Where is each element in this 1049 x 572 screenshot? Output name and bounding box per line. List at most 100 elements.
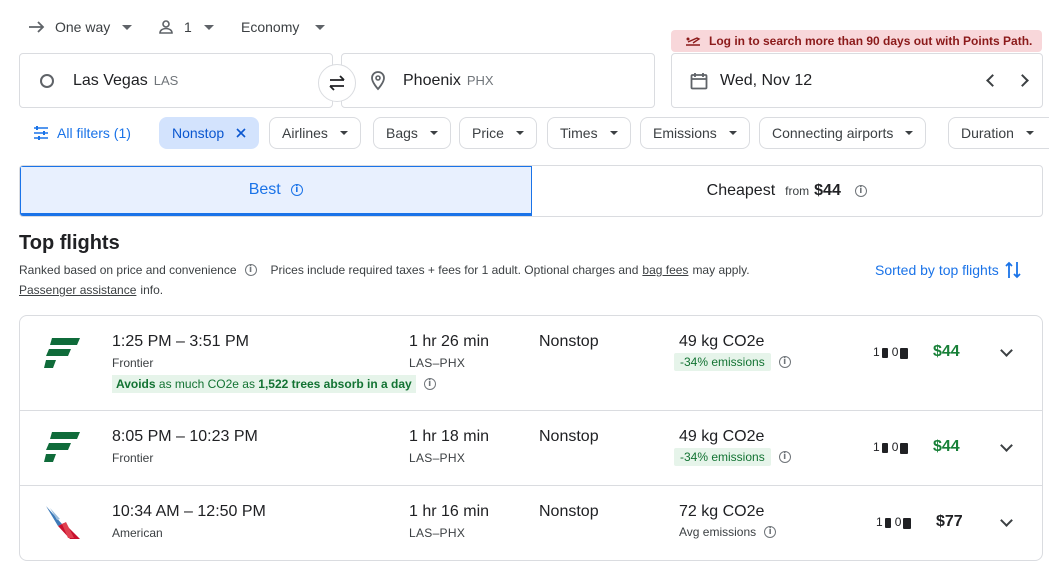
info-icon[interactable]: i — [764, 526, 777, 538]
all-filters-button[interactable]: All filters (1) — [33, 117, 131, 149]
flight-stops: Nonstop — [539, 503, 599, 520]
emissions-label: Emissions — [653, 125, 717, 141]
cabin-select[interactable]: Economy — [241, 14, 326, 40]
all-filters-label: All filters (1) — [57, 125, 131, 141]
passengers-count: 1 — [184, 19, 192, 35]
avoids-note: Avoids as much CO2e as 1,522 trees absor… — [112, 375, 436, 393]
passengers-select[interactable]: 1 — [158, 14, 214, 40]
tab-cheapest-label: Cheapest — [706, 182, 776, 199]
connecting-airports-label: Connecting airports — [772, 125, 894, 141]
arrow-right-icon — [29, 21, 45, 33]
chevron-down-icon — [905, 131, 914, 135]
prev-date-button[interactable] — [986, 74, 999, 87]
info-icon[interactable]: i — [423, 378, 436, 390]
bags-label: Bags — [386, 125, 418, 141]
ranking-note: Ranked based on price and convenience i … — [19, 263, 750, 277]
airlines-chip[interactable]: Airlines — [269, 117, 361, 149]
points-path-banner[interactable]: Log in to search more than 90 days out w… — [671, 30, 1042, 52]
carry-on-count: 1 — [876, 515, 883, 529]
chevron-down-icon — [339, 131, 348, 135]
flight-route: LAS–PHX — [409, 526, 466, 540]
sort-button[interactable]: Sorted by top flights — [875, 260, 1021, 280]
avoids-mid: as much CO2e as — [158, 377, 255, 391]
flight-times: 1:25 PM – 3:51 PM — [112, 333, 249, 350]
checked-count: 0 — [894, 515, 902, 529]
chevron-down-icon[interactable] — [1000, 439, 1013, 452]
info-icon[interactable]: i — [778, 356, 791, 368]
tab-cheapest[interactable]: Cheapest from $44 i — [532, 166, 1043, 216]
checked-bag-icon — [900, 442, 909, 454]
bag-info: 1 0 — [873, 440, 912, 454]
origin-city: Las Vegas — [73, 71, 148, 89]
carry-on-bag-icon — [881, 443, 888, 453]
times-chip[interactable]: Times — [547, 117, 631, 149]
chevron-down-icon — [515, 131, 524, 135]
emissions-badge: -34% emissions — [674, 448, 771, 466]
flight-row[interactable]: 1:25 PM – 3:51 PM Frontier Avoids as muc… — [20, 316, 1042, 411]
chevron-down-icon[interactable] — [1000, 514, 1013, 527]
flight-duration: 1 hr 16 min — [409, 503, 490, 520]
info-icon[interactable]: i — [244, 264, 257, 276]
trip-type-label: One way — [55, 19, 111, 35]
person-icon — [159, 20, 173, 34]
sorted-label: Sorted by top flights — [875, 262, 999, 278]
flight-route: LAS–PHX — [409, 356, 466, 370]
bag-info: 1 0 — [873, 345, 912, 359]
close-icon[interactable] — [236, 128, 246, 138]
trip-type-select[interactable]: One way — [28, 14, 133, 40]
flight-duration: 1 hr 26 min — [409, 333, 490, 350]
times-label: Times — [560, 125, 598, 141]
flight-row[interactable]: 10:34 AM – 12:50 PM American 1 hr 16 min… — [20, 486, 1042, 561]
american-airlines-logo — [46, 506, 80, 539]
info-icon[interactable]: i — [290, 184, 303, 196]
destination-field[interactable]: Phoenix PHX — [341, 53, 655, 108]
prices-text: Prices include required taxes + fees for… — [270, 263, 639, 277]
flight-results-list: 1:25 PM – 3:51 PM Frontier Avoids as muc… — [19, 315, 1043, 561]
next-date-button[interactable] — [1016, 74, 1029, 87]
location-pin-icon — [371, 70, 385, 90]
checked-bag-icon — [903, 517, 912, 529]
price-chip[interactable]: Price — [459, 117, 537, 149]
frontier-logo — [44, 432, 80, 462]
airline-name: Frontier — [112, 356, 154, 370]
tab-best[interactable]: Best i — [20, 166, 532, 216]
bag-info: 1 0 — [876, 515, 915, 529]
swap-icon — [329, 75, 345, 91]
chevron-down-icon — [1025, 131, 1034, 135]
avoids-pre: Avoids — [116, 377, 156, 391]
origin-field[interactable]: Las Vegas LAS — [19, 53, 333, 108]
chevron-down-icon — [429, 131, 438, 135]
duration-chip[interactable]: Duration — [948, 117, 1049, 149]
flight-price: $44 — [933, 438, 960, 455]
bag-fees-link[interactable]: bag fees — [642, 263, 688, 277]
points-path-text: Log in to search more than 90 days out w… — [709, 34, 1033, 48]
chevron-down-icon — [315, 24, 326, 30]
checked-count: 0 — [891, 440, 899, 454]
airline-name: American — [112, 526, 163, 540]
emissions-chip[interactable]: Emissions — [640, 117, 750, 149]
duration-label: Duration — [961, 125, 1014, 141]
chevron-down-icon — [203, 24, 214, 30]
info-suffix: info. — [140, 283, 164, 297]
airline-name: Frontier — [112, 451, 154, 465]
avoids-bold: 1,522 trees absorb in a day — [258, 377, 412, 391]
emissions-badge-row: -34% emissions i — [674, 448, 791, 466]
bags-chip[interactable]: Bags — [373, 117, 451, 149]
connecting-airports-chip[interactable]: Connecting airports — [759, 117, 927, 149]
flight-route: LAS–PHX — [409, 451, 466, 465]
info-icon[interactable]: i — [778, 451, 791, 463]
flight-price: $44 — [933, 343, 960, 360]
carry-on-bag-icon — [884, 518, 891, 528]
checked-count: 0 — [891, 345, 899, 359]
flight-row[interactable]: 8:05 PM – 10:23 PM Frontier 1 hr 18 min … — [20, 411, 1042, 486]
passenger-assistance-link[interactable]: Passenger assistance — [19, 283, 136, 297]
flight-price: $77 — [936, 513, 963, 530]
departure-date-field[interactable]: Wed, Nov 12 — [671, 53, 1043, 108]
swap-button[interactable] — [318, 64, 356, 102]
prices-suffix: may apply. — [692, 263, 750, 277]
info-icon[interactable]: i — [854, 185, 867, 197]
cabin-label: Economy — [241, 19, 300, 35]
circle-icon — [40, 73, 54, 88]
nonstop-chip[interactable]: Nonstop — [159, 117, 260, 149]
chevron-down-icon[interactable] — [1000, 344, 1013, 357]
